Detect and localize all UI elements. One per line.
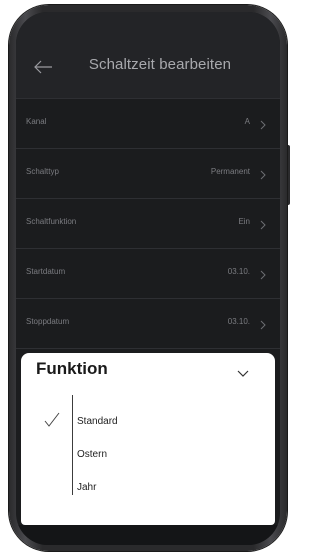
arrow-left-icon[interactable] <box>32 56 54 78</box>
app-screen: Schaltzeit bearbeiten Kanal A Schalttyp … <box>16 12 280 545</box>
setting-value: A <box>244 117 250 126</box>
option-label: Ostern <box>77 449 108 460</box>
setting-row-stoppdatum[interactable]: Stoppdatum 03.10. <box>16 299 280 349</box>
option-jahr[interactable]: Jahr <box>21 473 275 503</box>
chevron-right-icon <box>259 167 267 180</box>
option-label: Standard <box>77 416 118 427</box>
setting-label: Kanal <box>26 117 47 126</box>
chevron-right-icon <box>259 117 267 130</box>
top-bar: Schaltzeit bearbeiten <box>16 12 280 98</box>
setting-value: 03.10. <box>227 317 250 326</box>
setting-label: Stoppdatum <box>26 317 70 326</box>
setting-row-startdatum[interactable]: Startdatum 03.10. <box>16 249 280 299</box>
home-indicator-area <box>16 525 280 545</box>
option-label: Jahr <box>77 482 97 493</box>
setting-row-schaltfunktion[interactable]: Schaltfunktion Ein <box>16 199 280 249</box>
setting-row-kanal[interactable]: Kanal A <box>16 98 280 149</box>
page-title: Schaltzeit bearbeiten <box>88 56 232 73</box>
chevron-right-icon <box>259 267 267 280</box>
chevron-down-icon[interactable] <box>237 365 249 377</box>
setting-label: Schalttyp <box>26 167 59 176</box>
chevron-right-icon <box>259 317 267 330</box>
setting-value: 03.10. <box>227 267 250 276</box>
sheet-title: Funktion <box>36 359 108 378</box>
setting-value: Ein <box>238 217 250 226</box>
option-ostern[interactable]: Ostern <box>21 440 275 470</box>
function-picker-sheet: Funktion Standard Ostern Jahr <box>21 353 275 525</box>
setting-row-schalttyp[interactable]: Schalttyp Permanent <box>16 149 280 199</box>
checkmark-icon <box>44 412 60 428</box>
setting-value: Permanent <box>210 167 250 176</box>
option-standard[interactable]: Standard <box>21 407 275 437</box>
chevron-right-icon <box>259 217 267 230</box>
setting-label: Startdatum <box>26 267 66 276</box>
settings-list: Kanal A Schalttyp Permanent Schaltfunkti… <box>16 98 280 349</box>
setting-label: Schaltfunktion <box>26 217 77 226</box>
